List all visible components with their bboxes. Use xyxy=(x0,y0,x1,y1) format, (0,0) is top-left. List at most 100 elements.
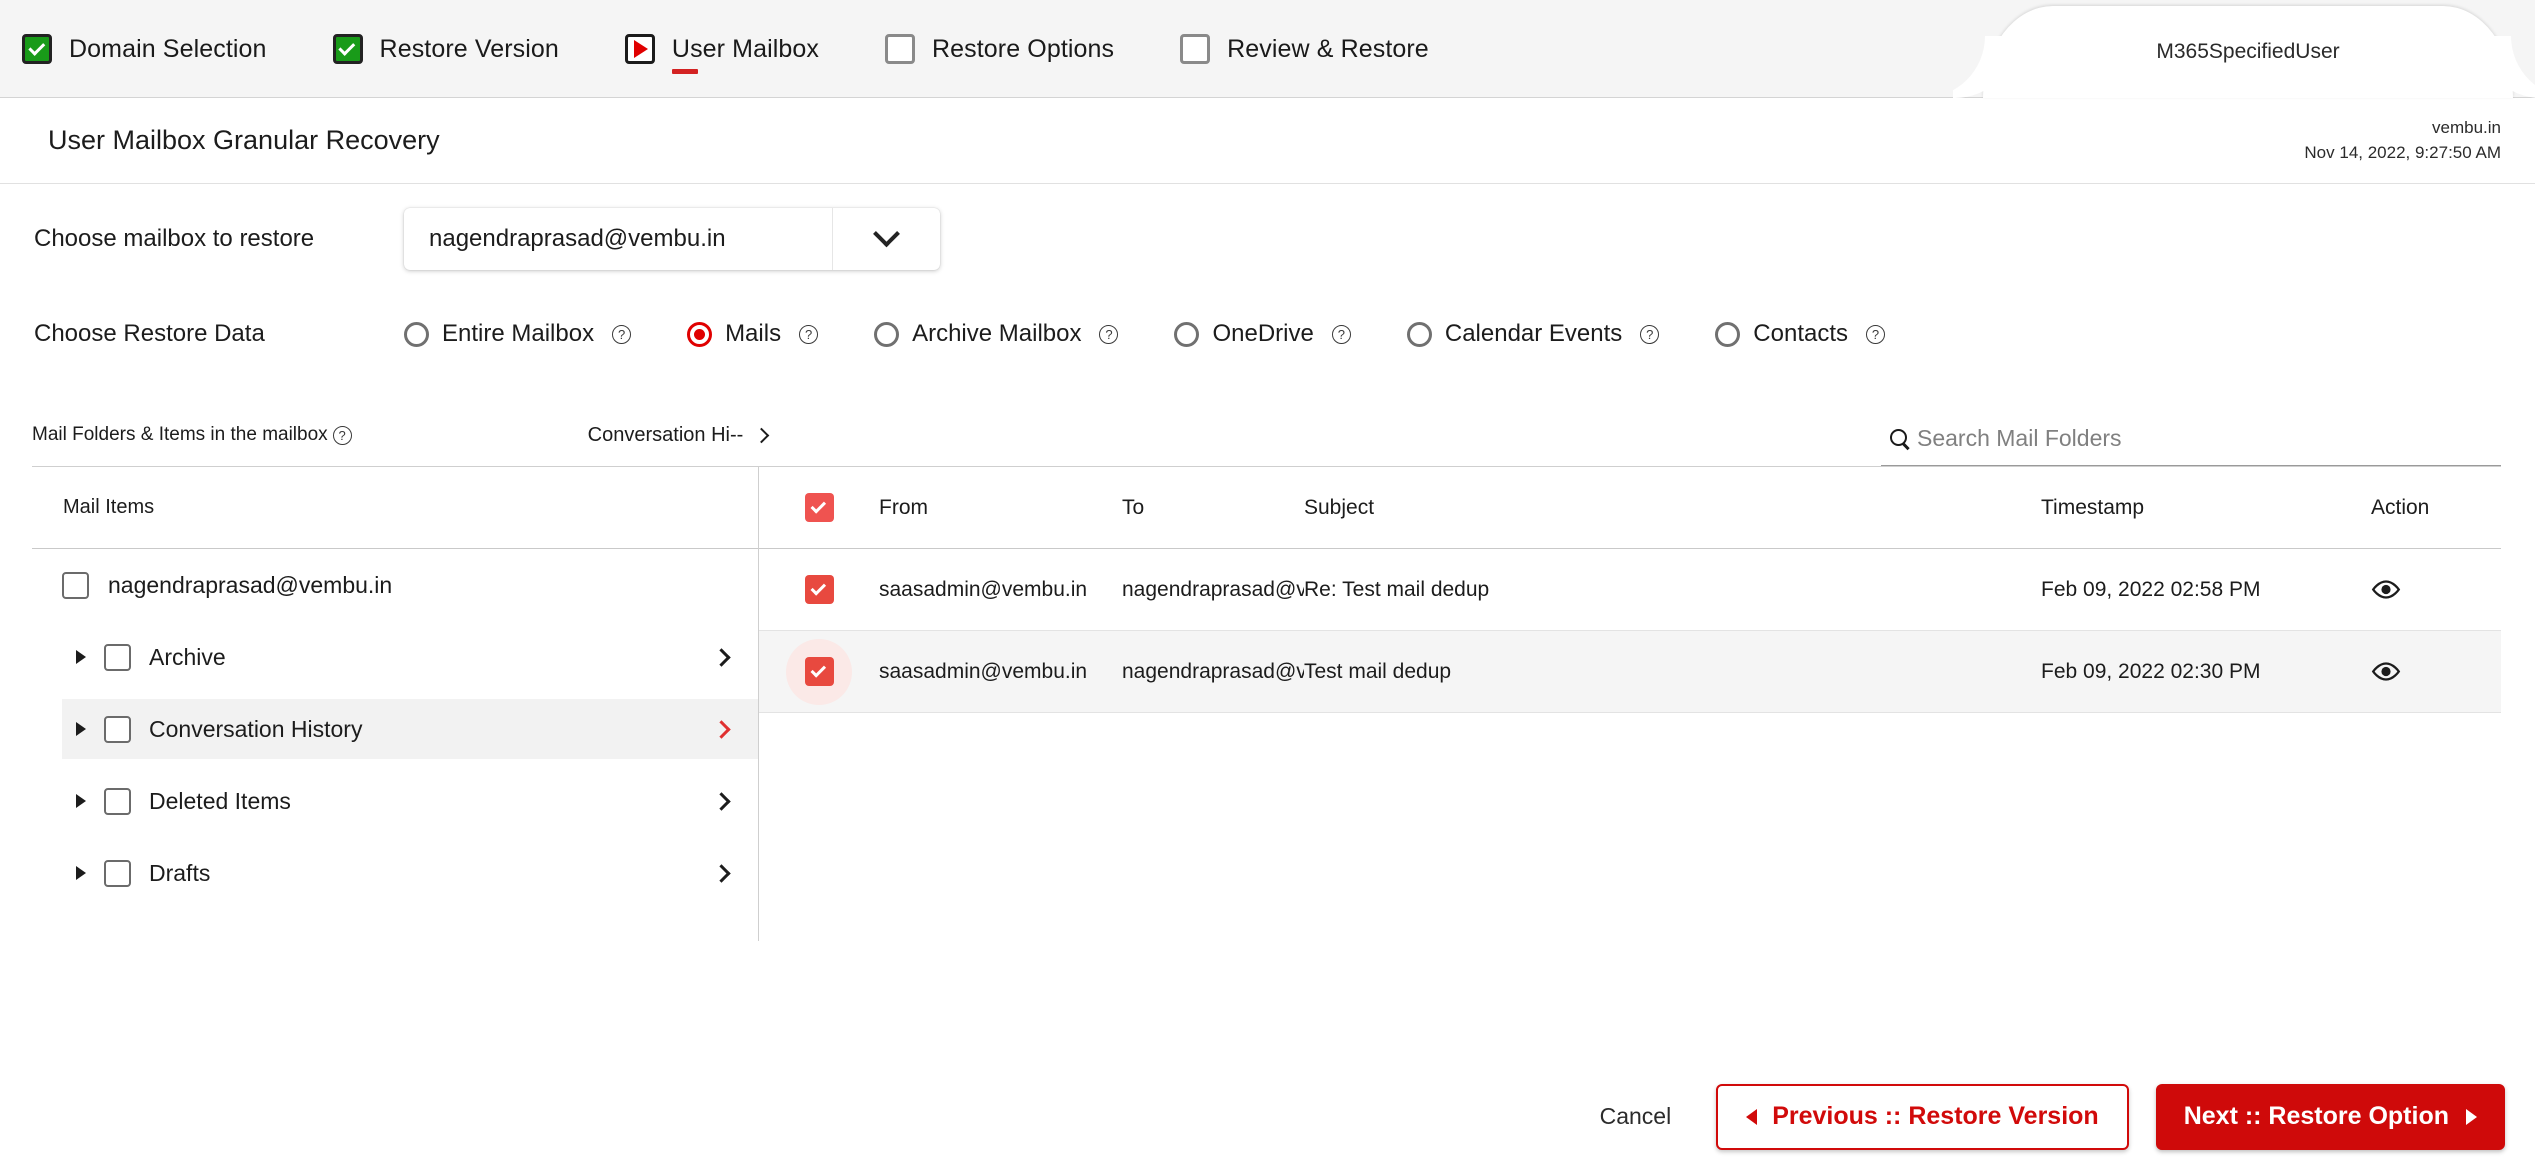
checkbox-icon[interactable] xyxy=(104,787,131,815)
mailbox-select-value: nagendraprasad@vembu.in xyxy=(429,225,726,252)
breadcrumb[interactable]: Conversation Hi-- xyxy=(588,424,770,466)
tree-row-root[interactable]: nagendraprasad@vembu.in xyxy=(32,549,758,621)
user-context-tab[interactable]: M365SpecifiedUser xyxy=(1983,6,2513,98)
tree-row-label: Drafts xyxy=(149,859,211,886)
wizard-step-restore-version[interactable]: Restore Version xyxy=(332,0,559,98)
wizard-step-domain-selection[interactable]: Domain Selection xyxy=(22,0,267,98)
table-row[interactable]: saasadmin@vembu.in nagendraprasad@vem| T… xyxy=(759,631,2501,713)
radio-mails[interactable]: Mails ? xyxy=(687,320,819,348)
expand-triangle-icon[interactable] xyxy=(76,722,86,736)
radio-icon xyxy=(1174,321,1200,347)
drill-in-button[interactable] xyxy=(684,699,758,759)
cell-action[interactable] xyxy=(2371,580,2501,599)
row-select-cell[interactable] xyxy=(759,575,879,604)
radio-archive-mailbox[interactable]: Archive Mailbox ? xyxy=(874,320,1119,348)
search-input[interactable] xyxy=(1917,425,2501,452)
table-row[interactable]: saasadmin@vembu.in nagendraprasad@vem| R… xyxy=(759,549,2501,631)
wizard-step-restore-options[interactable]: Restore Options xyxy=(885,0,1114,98)
eye-icon[interactable] xyxy=(2371,580,2401,599)
eye-icon[interactable] xyxy=(2371,662,2401,681)
radio-icon xyxy=(874,321,900,347)
help-icon[interactable]: ? xyxy=(799,324,819,344)
select-all-checkbox[interactable] xyxy=(804,493,834,522)
help-icon[interactable]: ? xyxy=(612,324,632,344)
radio-entire-mailbox[interactable]: Entire Mailbox ? xyxy=(404,320,632,348)
checkbox-icon[interactable] xyxy=(104,859,131,887)
radio-onedrive[interactable]: OneDrive ? xyxy=(1174,320,1351,348)
row-checkbox[interactable] xyxy=(804,575,834,604)
wizard-step-user-mailbox[interactable]: User Mailbox xyxy=(624,0,819,98)
checkbox-icon[interactable] xyxy=(62,571,89,599)
expand-triangle-icon[interactable] xyxy=(76,794,86,808)
expand-triangle-icon[interactable] xyxy=(76,866,86,880)
checkbox-icon[interactable] xyxy=(104,715,131,743)
chevron-down-icon[interactable] xyxy=(832,208,940,270)
previous-button-label: Previous :: Restore Version xyxy=(1772,1102,2099,1130)
radio-icon xyxy=(1406,321,1432,347)
tree-row-deleted-items[interactable]: Deleted Items xyxy=(32,765,758,837)
cell-from: saasadmin@vembu.in xyxy=(879,659,1088,683)
active-step-indicator xyxy=(671,69,698,74)
mail-folders-label: Mail Folders & Items in the mailbox ? xyxy=(32,424,352,466)
restore-data-radiogroup: Entire Mailbox ? Mails ? Archive Mailbox… xyxy=(404,320,1886,348)
user-context-tab-label: M365SpecifiedUser xyxy=(2156,40,2340,63)
row-checkbox[interactable] xyxy=(804,657,834,686)
arrow-right-icon xyxy=(2466,1108,2477,1125)
header-timestamp: Nov 14, 2022, 9:27:50 AM xyxy=(2304,142,2501,162)
cell-subject: Test mail dedup xyxy=(1304,659,1452,683)
search-mail-folders[interactable] xyxy=(1881,425,2501,466)
tree-row-drafts[interactable]: Drafts xyxy=(32,837,758,909)
next-button[interactable]: Next :: Restore Option xyxy=(2155,1083,2505,1150)
mailbox-select-row: Choose mailbox to restore nagendraprasad… xyxy=(32,184,2501,294)
cell-to: nagendraprasad@vem| xyxy=(1122,577,1304,601)
next-button-label: Next :: Restore Option xyxy=(2183,1102,2449,1130)
wizard-step-bar: Domain Selection Restore Version User Ma… xyxy=(0,0,2535,98)
checkbox-icon[interactable] xyxy=(104,643,131,671)
mailbox-select-label: Choose mailbox to restore xyxy=(34,225,315,252)
tree-header: Mail Items xyxy=(32,467,758,549)
expand-triangle-icon[interactable] xyxy=(76,650,86,664)
radio-icon xyxy=(404,321,429,347)
row-select-cell[interactable] xyxy=(759,638,879,705)
cell-timestamp: Feb 09, 2022 02:58 PM xyxy=(2041,577,2261,601)
tree-row-label: Deleted Items xyxy=(149,787,291,814)
check-icon xyxy=(22,34,52,64)
help-icon[interactable]: ? xyxy=(1331,324,1351,344)
radio-label: Calendar Events xyxy=(1444,320,1623,347)
cell-action[interactable] xyxy=(2371,662,2501,681)
form-area: Choose mailbox to restore nagendraprasad… xyxy=(0,184,2535,374)
wizard-step-label: Restore Options xyxy=(932,34,1115,63)
radio-contacts[interactable]: Contacts ? xyxy=(1715,320,1886,348)
wizard-step-label: User Mailbox xyxy=(671,34,819,63)
tree-row-label: Archive xyxy=(149,643,226,670)
drill-in-button[interactable] xyxy=(684,627,758,687)
mail-folder-tree-panel: Mail Items nagendraprasad@vembu.in Archi… xyxy=(32,467,759,941)
tree-row-archive[interactable]: Archive xyxy=(32,621,758,693)
empty-checkbox-icon xyxy=(885,34,915,64)
drill-in-button[interactable] xyxy=(684,843,758,903)
help-icon[interactable]: ? xyxy=(1099,324,1119,344)
wizard-step-label: Domain Selection xyxy=(69,34,267,63)
tree-row-conversation-history[interactable]: Conversation History xyxy=(32,693,758,765)
radio-label: Mails xyxy=(725,320,782,347)
wizard-footer: Cancel Previous :: Restore Version Next … xyxy=(0,1057,2535,1175)
column-header-action: Action xyxy=(2371,495,2430,519)
wizard-step-label: Review & Restore xyxy=(1227,34,1429,63)
radio-calendar-events[interactable]: Calendar Events ? xyxy=(1406,320,1660,348)
drill-in-button[interactable] xyxy=(684,771,758,831)
tree-body: nagendraprasad@vembu.in Archive Conversa… xyxy=(32,549,758,941)
help-icon[interactable]: ? xyxy=(1640,324,1660,344)
column-header-subject: Subject xyxy=(1304,495,1375,519)
help-icon[interactable]: ? xyxy=(1866,324,1886,344)
wizard-step-review-restore[interactable]: Review & Restore xyxy=(1180,0,1429,98)
cancel-button[interactable]: Cancel xyxy=(1582,1093,1690,1140)
table-header-row: From To Subject Timestamp Action xyxy=(759,467,2501,549)
previous-button[interactable]: Previous :: Restore Version xyxy=(1716,1083,2129,1150)
select-all-cell[interactable] xyxy=(759,493,879,522)
column-header-timestamp: Timestamp xyxy=(2041,495,2145,519)
mailbox-select[interactable]: nagendraprasad@vembu.in xyxy=(404,208,940,270)
header-meta: vembu.in Nov 14, 2022, 9:27:50 AM xyxy=(2304,116,2501,165)
radio-icon-selected xyxy=(687,321,713,347)
help-icon[interactable]: ? xyxy=(332,425,352,445)
cell-from: saasadmin@vembu.in xyxy=(879,577,1088,601)
